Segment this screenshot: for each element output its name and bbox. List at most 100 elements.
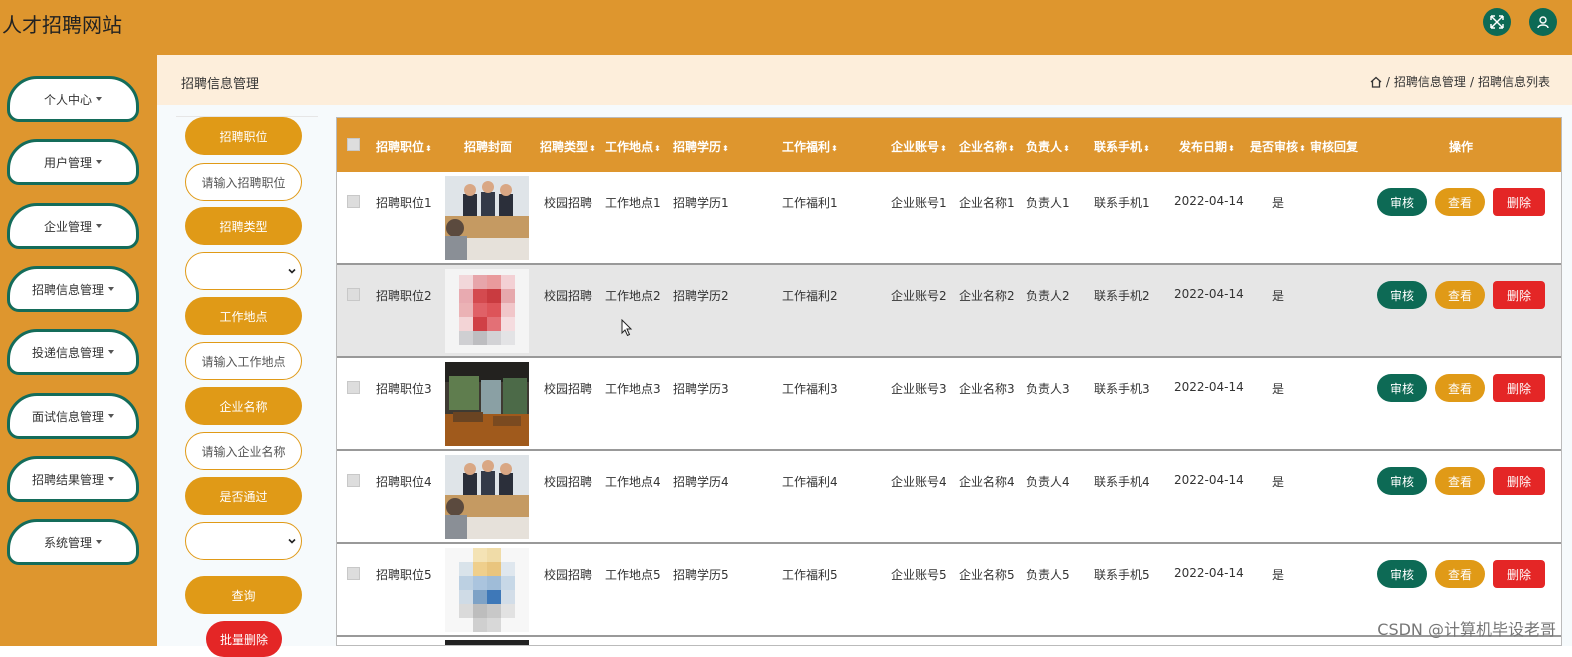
column-header[interactable]: 发布日期⬍ bbox=[1179, 138, 1235, 155]
column-header[interactable]: 企业名称⬍ bbox=[959, 138, 1015, 155]
column-header[interactable]: 工作福利⬍ bbox=[782, 138, 838, 155]
approved-select[interactable] bbox=[185, 522, 302, 560]
select-all-checkbox[interactable] bbox=[347, 138, 360, 151]
sidebar-item-companies[interactable]: 企业管理 bbox=[7, 203, 139, 249]
sidebar-item-users[interactable]: 用户管理 bbox=[7, 139, 139, 185]
home-icon[interactable] bbox=[1370, 76, 1382, 88]
review-button[interactable]: 审核 bbox=[1377, 374, 1427, 402]
location-cell: 工作地点4 bbox=[605, 473, 661, 490]
type-cell: 校园招聘 bbox=[544, 194, 592, 211]
type-select[interactable] bbox=[185, 252, 302, 290]
column-header: 审核回复 bbox=[1310, 138, 1358, 155]
row-checkbox[interactable] bbox=[347, 474, 360, 487]
breadcrumb-item: 招聘信息列表 bbox=[1478, 73, 1550, 90]
cover-image[interactable] bbox=[445, 362, 529, 446]
column-header[interactable]: 招聘学历⬍ bbox=[673, 138, 729, 155]
review-button[interactable]: 审核 bbox=[1377, 467, 1427, 495]
delete-button[interactable]: 删除 bbox=[1493, 560, 1545, 588]
view-button[interactable]: 查看 bbox=[1435, 560, 1485, 588]
position-search-input[interactable]: 请输入招聘职位 bbox=[185, 163, 302, 201]
sidebar-item-label: 系统管理 bbox=[44, 534, 92, 551]
sort-icon: ⬍ bbox=[425, 144, 432, 153]
batch-delete-button[interactable]: 批量删除 bbox=[206, 621, 282, 657]
column-header[interactable]: 联系手机⬍ bbox=[1094, 138, 1150, 155]
education-cell: 招聘学历4 bbox=[673, 473, 729, 490]
table-header: 招聘职位⬍ 招聘封面 招聘类型⬍ 工作地点⬍ 招聘学历⬍ 工作福利⬍ 企业账号⬍… bbox=[337, 118, 1562, 172]
company-cell: 企业名称5 bbox=[959, 566, 1015, 583]
sidebar-item-personal-center[interactable]: 个人中心 bbox=[7, 76, 139, 122]
position-cell: 招聘职位1 bbox=[376, 194, 432, 211]
education-cell: 招聘学历1 bbox=[673, 194, 729, 211]
sidebar-item-system[interactable]: 系统管理 bbox=[7, 519, 139, 565]
education-cell: 招聘学历5 bbox=[673, 566, 729, 583]
table-row[interactable]: 招聘职位4 校园招聘 工作地点4 招聘学历4 工作福利4 企业账号4 企业名称4… bbox=[337, 451, 1562, 544]
sidebar-item-interviews[interactable]: 面试信息管理 bbox=[7, 393, 139, 439]
delete-button[interactable]: 删除 bbox=[1493, 281, 1545, 309]
location-search-input[interactable]: 请输入工作地点 bbox=[185, 342, 302, 380]
breadcrumb-item[interactable]: 招聘信息管理 bbox=[1394, 73, 1466, 90]
table-row[interactable]: 招聘职位1 校园招聘 工作地点1 招聘学历1 工作福利1 企业账号1 企业名称1… bbox=[337, 172, 1562, 265]
row-checkbox[interactable] bbox=[347, 381, 360, 394]
cover-image[interactable] bbox=[445, 176, 529, 260]
account-cell: 企业账号4 bbox=[891, 473, 947, 490]
sidebar-item-applications[interactable]: 投递信息管理 bbox=[7, 329, 139, 375]
fullscreen-icon[interactable] bbox=[1483, 8, 1511, 36]
account-cell: 企业账号1 bbox=[891, 194, 947, 211]
audited-cell: 是 bbox=[1272, 194, 1284, 211]
row-checkbox[interactable] bbox=[347, 288, 360, 301]
search-button[interactable]: 查询 bbox=[185, 576, 302, 614]
row-checkbox[interactable] bbox=[347, 195, 360, 208]
column-header[interactable]: 招聘职位⬍ bbox=[376, 138, 432, 155]
column-header[interactable]: 负责人⬍ bbox=[1026, 138, 1070, 155]
contact-cell: 负责人4 bbox=[1026, 473, 1070, 490]
delete-button[interactable]: 删除 bbox=[1493, 467, 1545, 495]
sidebar-item-results[interactable]: 招聘结果管理 bbox=[7, 456, 139, 502]
contact-cell: 负责人2 bbox=[1026, 287, 1070, 304]
review-button[interactable]: 审核 bbox=[1377, 560, 1427, 588]
position-cell: 招聘职位4 bbox=[376, 473, 432, 490]
sort-icon: ⬍ bbox=[1143, 144, 1150, 153]
page-header: 招聘信息管理 / 招聘信息管理 / 招聘信息列表 bbox=[157, 55, 1572, 105]
column-header[interactable]: 企业账号⬍ bbox=[891, 138, 947, 155]
mouse-cursor-icon bbox=[621, 319, 633, 337]
view-button[interactable]: 查看 bbox=[1435, 281, 1485, 309]
audited-cell: 是 bbox=[1272, 287, 1284, 304]
location-cell: 工作地点2 bbox=[605, 287, 661, 304]
welfare-cell: 工作福利4 bbox=[782, 473, 838, 490]
welfare-cell: 工作福利5 bbox=[782, 566, 838, 583]
sort-icon: ⬍ bbox=[1228, 144, 1235, 153]
delete-button[interactable]: 删除 bbox=[1493, 188, 1545, 216]
delete-button[interactable]: 删除 bbox=[1493, 374, 1545, 402]
top-bar: 人才招聘网站 bbox=[0, 0, 1572, 55]
watermark: CSDN @计算机毕设老哥 bbox=[1377, 616, 1556, 640]
review-button[interactable]: 审核 bbox=[1377, 188, 1427, 216]
review-button[interactable]: 审核 bbox=[1377, 281, 1427, 309]
position-cell: 招聘职位3 bbox=[376, 380, 432, 397]
column-header[interactable]: 工作地点⬍ bbox=[605, 138, 661, 155]
cover-image[interactable] bbox=[445, 269, 529, 353]
view-button[interactable]: 查看 bbox=[1435, 188, 1485, 216]
sidebar-item-label: 个人中心 bbox=[44, 91, 92, 108]
approved-filter-label: 是否通过 bbox=[185, 477, 302, 515]
cover-image[interactable] bbox=[445, 548, 529, 632]
location-cell: 工作地点3 bbox=[605, 380, 661, 397]
position-cell: 招聘职位5 bbox=[376, 566, 432, 583]
view-button[interactable]: 查看 bbox=[1435, 374, 1485, 402]
row-checkbox[interactable] bbox=[347, 567, 360, 580]
column-header[interactable]: 是否审核⬍ bbox=[1250, 138, 1306, 155]
contact-cell: 负责人5 bbox=[1026, 566, 1070, 583]
company-search-input[interactable]: 请输入企业名称 bbox=[185, 432, 302, 470]
view-button[interactable]: 查看 bbox=[1435, 467, 1485, 495]
column-header[interactable]: 招聘类型⬍ bbox=[540, 138, 596, 155]
breadcrumb: / 招聘信息管理 / 招聘信息列表 bbox=[1370, 73, 1550, 90]
sort-icon: ⬍ bbox=[1299, 144, 1306, 153]
table-row[interactable]: 招聘职位2 校园招聘 工作地点2 招聘学历2 工作福利2 企业账号2 企业名称2… bbox=[337, 265, 1562, 358]
table-row[interactable]: 招聘职位3 校园招聘 工作地点3 招聘学历3 工作福利3 企业账号3 企业名称3… bbox=[337, 358, 1562, 451]
user-icon[interactable] bbox=[1529, 8, 1557, 36]
cover-image[interactable] bbox=[445, 455, 529, 539]
type-cell: 校园招聘 bbox=[544, 380, 592, 397]
phone-cell: 联系手机5 bbox=[1094, 566, 1150, 583]
sidebar-item-label: 招聘结果管理 bbox=[32, 471, 104, 488]
sidebar-item-label: 企业管理 bbox=[44, 218, 92, 235]
sidebar-item-recruitment[interactable]: 招聘信息管理 bbox=[7, 266, 139, 312]
